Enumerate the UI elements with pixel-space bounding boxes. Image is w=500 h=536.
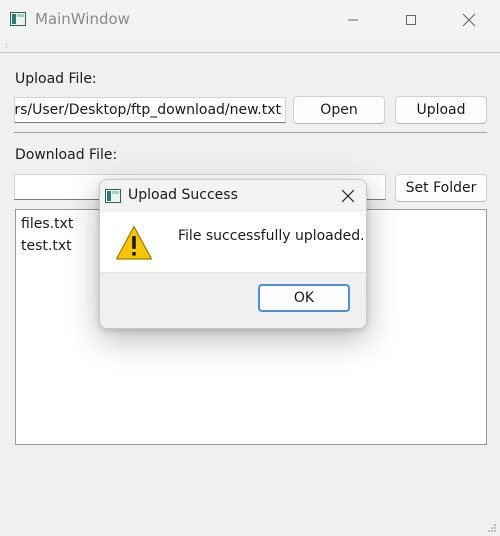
close-icon (341, 189, 355, 203)
upload-button[interactable]: Upload (395, 96, 487, 124)
dialog-title: Upload Success (128, 187, 238, 203)
set-folder-button[interactable]: Set Folder (395, 174, 487, 202)
minimize-icon (348, 19, 358, 21)
resize-grip-icon[interactable] (487, 523, 497, 533)
toolbar-grip[interactable]: · · (5, 41, 8, 52)
maximize-button[interactable] (388, 0, 434, 40)
open-button[interactable]: Open (293, 96, 385, 124)
close-icon (462, 13, 476, 27)
toolbar-area (0, 40, 500, 53)
dialog-message: File successfully uploaded. (178, 228, 365, 244)
dialog-title-bar[interactable]: Upload Success (100, 180, 366, 212)
maximize-icon (406, 15, 416, 25)
window-title: MainWindow (35, 10, 130, 28)
download-file-label: Download File: (15, 147, 118, 163)
minimize-button[interactable] (330, 0, 376, 40)
warning-icon (115, 225, 153, 260)
section-divider (14, 132, 487, 133)
app-window-icon (10, 12, 26, 26)
close-button[interactable] (446, 0, 492, 40)
app-window-icon (105, 189, 121, 203)
upload-file-label: Upload File: (15, 71, 97, 87)
title-bar[interactable]: MainWindow (0, 0, 500, 40)
list-item[interactable]: test.txt (21, 238, 72, 254)
dialog-body: File successfully uploaded. (100, 212, 366, 273)
dialog-close-button[interactable] (330, 180, 366, 212)
upload-path-text: C:/Users/User/Desktop/ftp_download/new.t… (14, 102, 281, 118)
list-item[interactable]: files.txt (21, 216, 73, 232)
upload-success-dialog: Upload Success File successfully uploade… (99, 179, 367, 329)
ok-button[interactable]: OK (258, 284, 350, 312)
upload-path-input[interactable]: C:/Users/User/Desktop/ftp_download/new.t… (14, 97, 286, 123)
